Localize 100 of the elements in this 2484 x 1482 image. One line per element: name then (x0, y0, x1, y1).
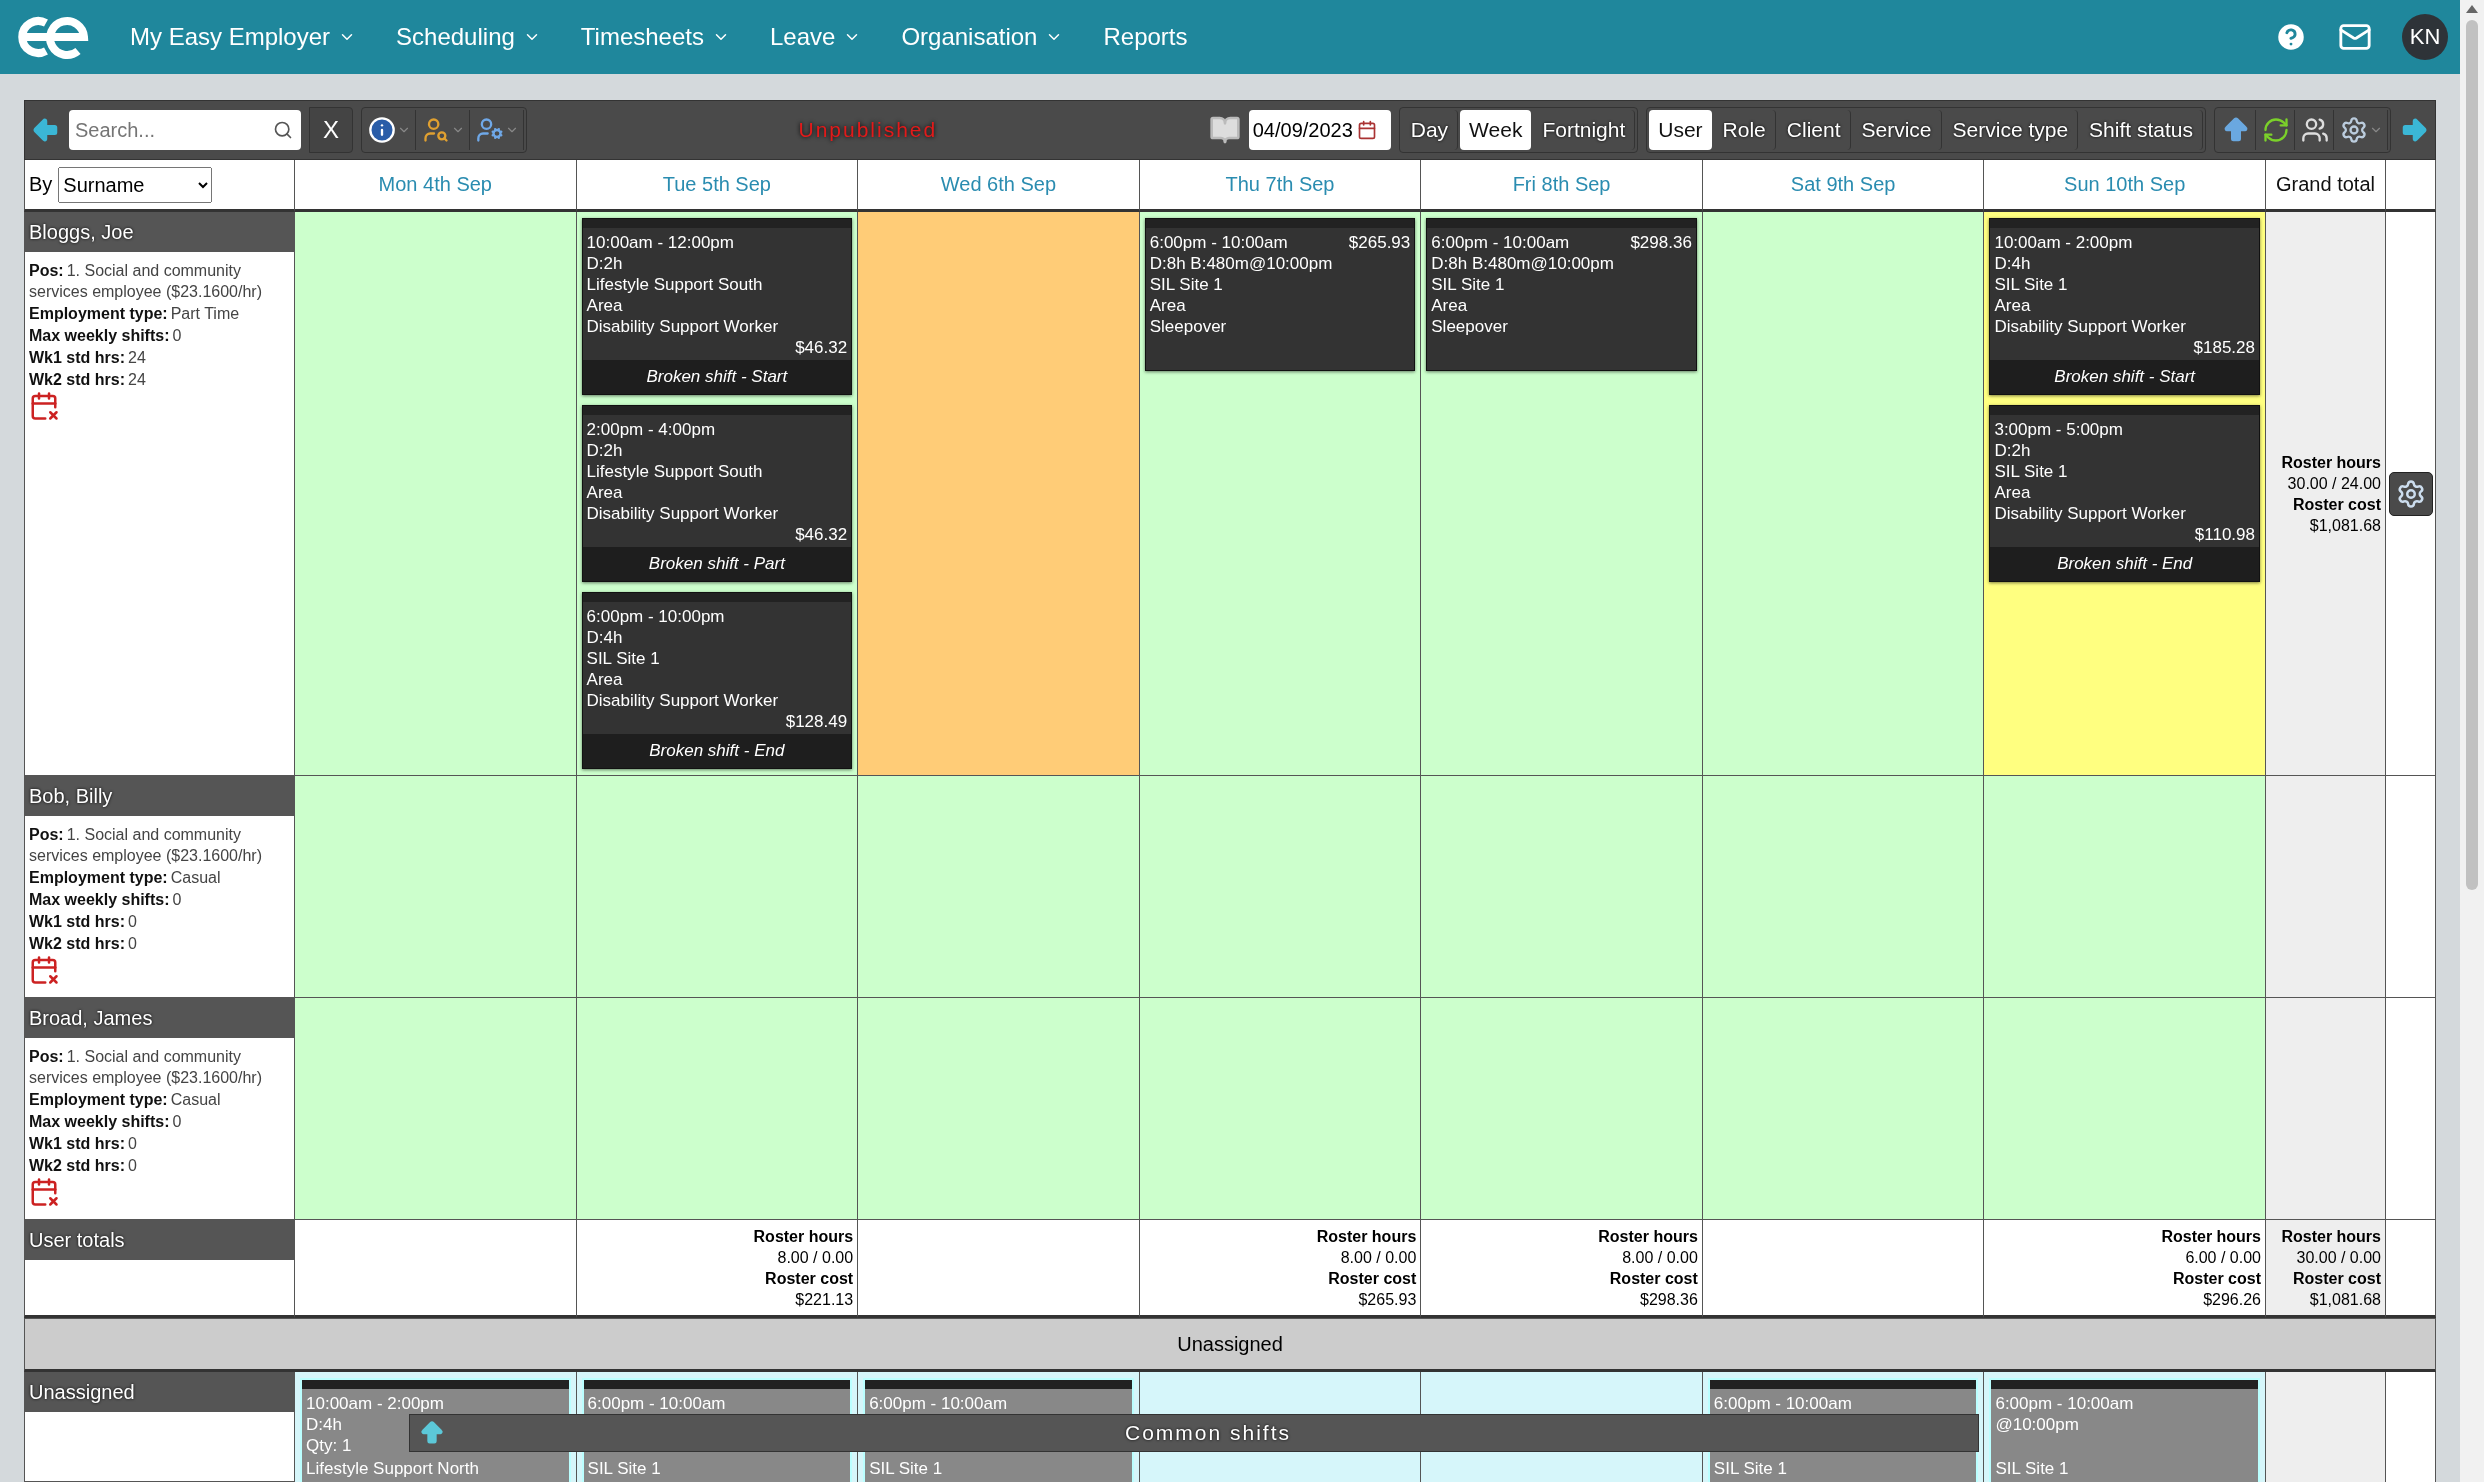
employee-detail: Wk2 std hrs: 24 (29, 370, 147, 390)
roster-hours-label: Roster hours (1598, 1227, 1698, 1247)
shift-amount: $128.49 (785, 711, 848, 732)
roster-hours-value: 8.00 / 0.00 (777, 1248, 854, 1268)
shift-detail: Area (586, 295, 623, 316)
shift-amount: $46.32 (795, 337, 848, 358)
shift-detail: SIL Site 1 (1431, 274, 1505, 295)
employee-detail: Wk1 std hrs: 0 (29, 912, 138, 932)
shift-time: 10:00am - 2:00pm (306, 1393, 444, 1414)
employee-detail: Max weekly shifts: 0 (29, 326, 183, 346)
shift-time: 2:00pm - 4:00pm (586, 419, 716, 440)
shift-detail: SIL Site 1 (587, 1458, 661, 1479)
shift-type-bar: Broken shift - End (582, 734, 852, 768)
employee-detail: Max weekly shifts: 0 (29, 1112, 183, 1132)
employee-detail: Wk1 std hrs: 0 (29, 1134, 138, 1154)
roster-hours-value: 30.00 / 0.00 (2296, 1248, 2381, 1268)
shift-type-bar: Broken shift - Start (1990, 360, 2259, 394)
shift-detail: SIL Site 1 (869, 1458, 943, 1479)
roster-cost-label: Roster cost (2292, 1269, 2381, 1289)
roster-cost-label: Roster cost (2172, 1269, 2261, 1289)
shift-detail: Disability Support Worker (586, 503, 779, 524)
shift-detail: D:4h (586, 627, 623, 648)
employee-detail: Pos: 1. Social and community services employee ($23.1600/hr) (29, 1047, 263, 1088)
sort-label: By (29, 173, 53, 196)
shift-time: 6:00pm - 10:00am (1149, 232, 1288, 253)
roster-hours-label: Roster hours (2281, 1227, 2381, 1247)
shift-detail: Area (586, 669, 623, 690)
roster-cost-label: Roster cost (1609, 1269, 1698, 1289)
shift-detail: D:2h (1994, 440, 2031, 461)
row-label-bar: Unassigned (25, 1372, 294, 1412)
shift-detail: SIL Site 1 (1995, 1458, 2069, 1479)
shift-time: 6:00pm - 10:00am (1713, 1393, 1852, 1414)
shift-time: 6:00pm - 10:00am (1431, 232, 1570, 253)
shift-detail: SIL Site 1 (1994, 461, 2068, 482)
shift-detail: D:8h B:480m@10:00pm (1149, 253, 1333, 274)
shift-type-bar: Broken shift - Start (582, 360, 852, 394)
shift-type-bar: Broken shift - End (1990, 547, 2259, 581)
roster-hours-label: Roster hours (2161, 1227, 2261, 1247)
roster-cost-value: $221.13 (795, 1290, 854, 1310)
roster-cost-value: $1,081.68 (2309, 1290, 2381, 1310)
shift-time: 6:00pm - 10:00am (587, 1393, 726, 1414)
roster-hours-value: 30.00 / 24.00 (2287, 473, 2381, 494)
shift-detail: Qty: 1 (306, 1435, 352, 1456)
shift-detail: Lifestyle Support North (306, 1458, 479, 1479)
shift-time: 10:00am - 12:00pm (586, 232, 734, 253)
roster-cost-value: $265.93 (1358, 1290, 1417, 1310)
shift-amount: $265.93 (1348, 232, 1411, 253)
publish-status: Unpublished (797, 118, 939, 142)
shift-detail: D:4h (1994, 253, 2031, 274)
shift-detail: SIL Site 1 (1713, 1458, 1787, 1479)
shift-time: 6:00pm - 10:00am (869, 1393, 1008, 1414)
shift-amount: $46.32 (795, 524, 848, 545)
roster-hours-value: 8.00 / 0.00 (1622, 1248, 1698, 1268)
employee-detail: Wk2 std hrs: 0 (29, 934, 138, 954)
employee-detail: Wk1 std hrs: 24 (29, 348, 147, 368)
shift-detail: Disability Support Worker (1994, 503, 2186, 524)
shift-time: 6:00pm - 10:00pm (586, 606, 725, 627)
roster-hours-label: Roster hours (753, 1227, 854, 1247)
shift-type-bar: Broken shift - Part (582, 547, 852, 581)
shift-detail: Disability Support Worker (586, 316, 779, 337)
shift-time: 6:00pm - 10:00am (1995, 1393, 2134, 1414)
shift-detail: SIL Site 1 (1149, 274, 1223, 295)
roster-cost-label: Roster cost (765, 1269, 854, 1289)
roster-hours-label: Roster hours (1316, 1227, 1417, 1247)
shift-amount: $110.98 (2194, 524, 2255, 545)
employee-detail: Employment type: Casual (29, 1090, 222, 1110)
roster-cost-value: $298.36 (1640, 1290, 1698, 1310)
roster-cost-label: Roster cost (2292, 494, 2381, 515)
roster-cost-value: $296.26 (2203, 1290, 2261, 1310)
employee-detail: Employment type: Part Time (29, 304, 241, 324)
roster-cost-value: $1,081.68 (2309, 515, 2381, 536)
roster-cost-label: Roster cost (1328, 1269, 1417, 1289)
common-shifts-label: Common shifts (1123, 1421, 1292, 1445)
shift-detail: Lifestyle Support South (586, 274, 763, 295)
shift-detail: D:4h (306, 1414, 342, 1435)
shift-detail: SIL Site 1 (586, 648, 660, 669)
shift-detail: Area (1994, 482, 2031, 503)
shift-detail: Area (1149, 295, 1186, 316)
shift-detail: SIL Site 1 (1994, 274, 2068, 295)
shift-time: 10:00am - 2:00pm (1994, 232, 2133, 253)
shift-detail: Disability Support Worker (586, 690, 779, 711)
shift-detail: Lifestyle Support South (586, 461, 763, 482)
row-label-bar: User totals (25, 1220, 294, 1260)
shift-time: 3:00pm - 5:00pm (1994, 419, 2123, 440)
shift-detail: Disability Support Worker (1994, 316, 2186, 337)
employee-detail: Pos: 1. Social and community services employee ($23.1600/hr) (29, 261, 263, 302)
shift-detail: D:8h B:480m@10:00pm (1431, 253, 1614, 274)
employee-detail: Max weekly shifts: 0 (29, 890, 183, 910)
shift-detail: D:2h (586, 253, 623, 274)
shift-detail: Area (1431, 295, 1468, 316)
employee-detail: Pos: 1. Social and community services employee ($23.1600/hr) (29, 825, 263, 866)
roster-hours-label: Roster hours (2281, 452, 2381, 473)
employee-detail: Wk2 std hrs: 0 (29, 1156, 138, 1176)
shift-detail: D:2h (586, 440, 623, 461)
shift-amount: $298.36 (1630, 232, 1692, 253)
shift-detail: Area (1994, 295, 2031, 316)
shift-detail: @10:00pm (1995, 1414, 2079, 1435)
shift-detail: Sleepover (1431, 316, 1508, 337)
roster-hours-value: 6.00 / 0.00 (2185, 1248, 2261, 1268)
shift-amount: $185.28 (2193, 337, 2255, 358)
